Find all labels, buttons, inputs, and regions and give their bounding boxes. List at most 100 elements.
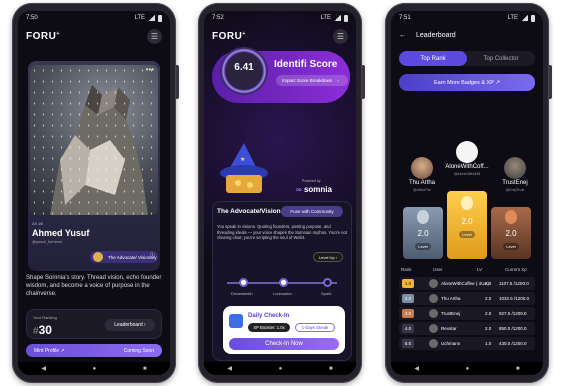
col-rank: Rank [401,267,412,272]
page-title: Leaderboard [416,31,456,39]
system-nav-bar: ◀ ● ■ [204,362,356,375]
role-badge[interactable]: The Advocate/ Visionary ⓘ [90,251,158,263]
signal-icon [148,15,155,21]
profile-handle: @yusuf_forhimm [32,239,63,244]
podium-handle: @AloneWithM48 [453,172,481,176]
row-lv: 1.0 [485,341,492,346]
info-icon[interactable]: ⓘ [150,254,155,259]
node-dreamsmith[interactable] [239,278,248,287]
node-label: Spark [321,291,332,296]
score-title: Identifi Score [274,59,338,70]
menu-icon[interactable]: ☰ [333,28,348,44]
earn-badges-button[interactable]: Earn More Badges & XP ↗ [399,74,535,91]
recents-icon[interactable]: ■ [329,366,333,372]
home-icon[interactable]: ● [466,366,470,372]
score-breakdown-button[interactable]: Impact Score Breakdown › [276,75,348,86]
podium-name: Thu Artha [408,180,435,186]
row-rank: 2.0 [402,294,414,303]
avatar [429,294,438,303]
back-icon[interactable]: ◀ [227,365,232,372]
podium-xp: 2.0 [461,217,473,226]
node-spark[interactable] [323,278,332,287]
somnia-logo: ∞ somnia [296,185,332,194]
home-icon[interactable]: ● [93,366,97,372]
row-rank: 3.0 [402,309,414,318]
podium-xp: 2.0 [505,229,517,238]
wolf-image [30,65,158,215]
powered-by-label: Powered by [302,179,321,183]
avatar [429,279,438,288]
node-lorecaster[interactable] [279,278,288,287]
foru-logo: FORU+ [26,30,60,42]
ranking-card: Your Ranking #30 Leaderboard › [26,309,162,339]
row-user: AloneWithCoffee ( 4UA) [441,281,489,286]
col-user: User [433,267,443,272]
leaderboard-header: ← Leaderboard [391,25,543,45]
home-icon[interactable]: ● [279,366,283,372]
network-label: LTE [134,15,145,21]
leaderboard-button[interactable]: Leaderboard › [105,319,155,331]
profile-name: Ahmed Yusuf [32,228,90,238]
fuse-button[interactable]: Fuse with Community [281,206,343,217]
streak-badge: 1-Days Streak [295,323,335,332]
menu-icon[interactable]: ☰ [147,28,162,44]
back-icon[interactable]: ◀ [41,365,46,372]
row-user: TrustEnej [441,311,461,316]
avatar[interactable] [504,157,526,179]
more-options-icon[interactable]: ••• [146,65,154,74]
table-row[interactable]: 4.0 Rexstar 2.0 850.0 /1200.0 [399,322,535,335]
identity-screen: 7:52 LTE FORU+ ☰ 6.41 Identifi Score Imp… [204,11,356,375]
xp-booster-badge: XP Booster: 1.0x [248,323,290,332]
podium-name: TrustEnej [502,180,528,186]
profile-screen: 7:50 LTE FORU+ ☰ ••• AS #8 Ahmed Yusuf @… [18,11,170,375]
recents-icon[interactable]: ■ [516,366,520,372]
battery-icon [531,14,535,22]
status-bar: 7:50 LTE [18,11,170,25]
podium-name: AloneWithCoff... [445,164,489,170]
table-row[interactable]: 3.0 TrustEnej 2.0 927.5 /1200.0 [399,307,535,320]
checkin-button[interactable]: Check-In Now [229,338,339,350]
podium-xp: 2.0 [417,229,429,238]
mint-label[interactable]: Mint Profile ↗ [34,348,65,354]
avatar[interactable] [411,157,433,179]
podium-second: 2.0 Level [403,207,443,259]
medal-icon [505,210,517,224]
recents-icon[interactable]: ■ [143,366,147,372]
row-lv: 2.0 [485,296,492,301]
status-bar: 7:51 LTE [391,11,543,25]
tab-top-collector[interactable]: Top Collector [467,51,535,66]
tab-top-rank[interactable]: Top Rank [399,51,467,66]
podium-third: 2.0 Level [491,207,531,259]
row-xp: 927.5 /1200.0 [499,311,527,316]
podium-level: Level [503,243,519,250]
system-nav-bar: ◀ ● ■ [391,362,543,375]
col-xp: Current Xp [505,267,527,272]
row-xp: 850.0 /1200.0 [499,326,527,331]
mint-profile-bar[interactable]: Mint Profile ↗ Coming Soon [26,344,162,357]
avatar [429,324,438,333]
podium-level: Level [415,243,431,250]
row-xp: 1107.5 /1200.0 [499,281,529,286]
status-time: 7:52 [212,15,224,21]
foru-logo: FORU+ [212,30,246,42]
node-label: Lorecaster [273,291,292,296]
back-icon[interactable]: ◀ [414,365,419,372]
status-time: 7:50 [26,15,38,21]
mint-status: Coming Soon [123,347,154,354]
phone-profile: 7:50 LTE FORU+ ☰ ••• AS #8 Ahmed Yusuf @… [12,3,179,383]
avatar[interactable] [456,141,478,163]
battery-icon [344,14,348,22]
leaderboard-tabs: Top Rank Top Collector [399,51,535,66]
level-up-button[interactable]: Level Up › [313,252,343,262]
podium-handle: @ArthaThu [413,188,431,192]
score-gauge: 6.41 [220,47,268,95]
podium-handle: @EnejTrust [505,188,525,192]
table-row[interactable]: 5.0 Uchmann 1.0 430.0 /1200.0 [399,337,535,350]
avatar [429,339,438,348]
back-arrow-icon[interactable]: ← [399,32,406,39]
table-row[interactable]: 1.0 AloneWithCoffee ( 4UA) 2.0 1107.5 /1… [399,277,535,290]
profile-card: ••• AS #8 Ahmed Yusuf @yusuf_forhimm The… [28,61,160,271]
svg-text:★: ★ [240,156,245,163]
table-row[interactable]: 2.0 Thu Artha 2.0 1032.5 /1200.0 [399,292,535,305]
phone-identity: 7:52 LTE FORU+ ☰ 6.41 Identifi Score Imp… [198,3,365,383]
